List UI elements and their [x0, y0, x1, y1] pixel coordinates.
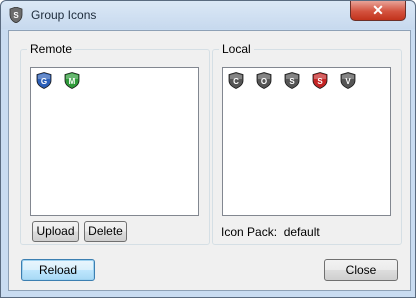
- shield-letter: M: [69, 77, 76, 86]
- window-title: Group Icons: [31, 8, 97, 22]
- local-group-label: Local: [219, 42, 254, 56]
- shield-letter: G: [41, 77, 47, 86]
- remote-group: Remote GM: [20, 42, 210, 245]
- shield-m-icon[interactable]: M: [64, 72, 80, 89]
- title-bar[interactable]: S Group Icons ✕: [1, 1, 415, 29]
- svg-text:S: S: [13, 11, 19, 20]
- shield-o-icon[interactable]: O: [256, 72, 272, 89]
- remote-icon-list[interactable]: GM: [30, 67, 199, 216]
- shield-s-gray-icon[interactable]: S: [284, 72, 300, 89]
- delete-button[interactable]: Delete: [84, 221, 127, 242]
- shield-letter: O: [261, 77, 267, 86]
- reload-button[interactable]: Reload: [21, 259, 95, 281]
- shield-letter: V: [345, 77, 351, 86]
- local-icon-list[interactable]: COSSV: [222, 67, 391, 216]
- window-close-button[interactable]: ✕: [350, 1, 406, 21]
- shield-s-red-icon[interactable]: S: [312, 72, 328, 89]
- shield-letter: S: [289, 77, 295, 86]
- close-icon: ✕: [372, 2, 384, 18]
- icon-pack-value: default: [283, 225, 320, 239]
- shield-letter: C: [233, 77, 239, 86]
- shield-app-icon: S: [9, 7, 23, 23]
- shield-v-icon[interactable]: V: [340, 72, 356, 89]
- icon-pack-row: Icon Pack: default: [221, 225, 320, 239]
- icon-pack-label: Icon Pack:: [221, 225, 278, 239]
- local-group: Local C O S S V: [212, 42, 402, 245]
- shield-c-icon[interactable]: C: [228, 72, 244, 89]
- dialog-body: Remote GM Local COSSV Upload Delete Icon…: [8, 30, 411, 291]
- shield-letter: S: [317, 77, 323, 86]
- remote-group-label: Remote: [27, 42, 76, 56]
- upload-button[interactable]: Upload: [32, 221, 79, 242]
- group-icons-window: S Group Icons ✕ Remote GM Local COSSV Up…: [0, 0, 416, 298]
- close-button[interactable]: Close: [324, 259, 398, 281]
- shield-g-icon[interactable]: G: [36, 72, 52, 89]
